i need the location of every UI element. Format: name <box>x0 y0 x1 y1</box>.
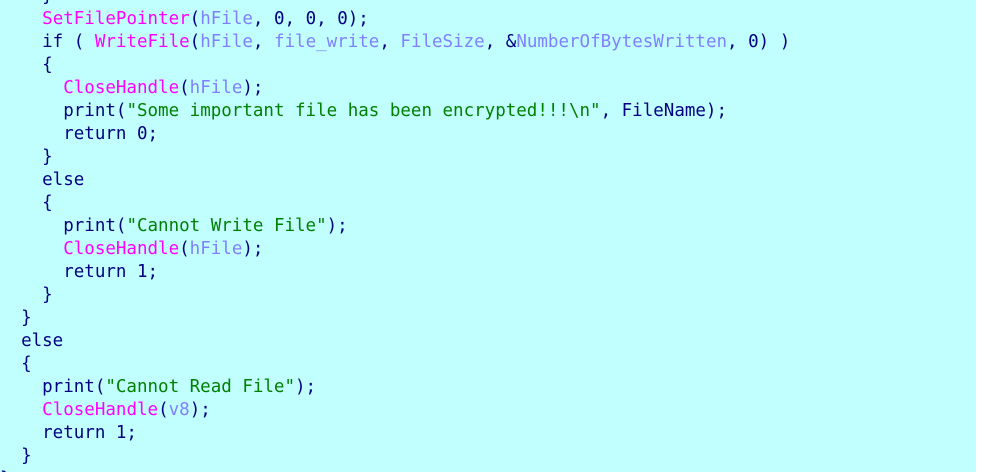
code-text: , & <box>484 32 517 52</box>
code-line[interactable]: } <box>0 146 790 169</box>
variable-name[interactable]: hFile <box>200 32 253 52</box>
variable-name[interactable]: NumberOfBytesWritten <box>516 32 727 52</box>
code-text: return 1; <box>0 262 159 282</box>
code-text: if ( <box>0 32 95 52</box>
code-line[interactable]: return 1; <box>0 261 790 284</box>
code-text: ( <box>179 239 190 259</box>
code-line[interactable]: return 1; <box>0 422 790 445</box>
code-line[interactable]: { <box>0 192 790 215</box>
code-text: } <box>0 308 32 328</box>
function-name[interactable]: SetFilePointer <box>42 9 190 29</box>
code-text: print( <box>0 377 106 397</box>
code-line[interactable]: else <box>0 169 790 192</box>
function-name[interactable]: WriteFile <box>95 32 190 52</box>
code-line[interactable]: } <box>0 468 790 472</box>
code-line[interactable]: if ( WriteFile(hFile, file_write, FileSi… <box>0 31 790 54</box>
code-text: { <box>0 193 53 213</box>
function-name[interactable]: CloseHandle <box>42 400 158 420</box>
code-line[interactable]: CloseHandle(hFile); <box>0 238 790 261</box>
code-text: ); <box>242 78 264 98</box>
code-text: , <box>379 32 401 52</box>
string-literal: "Cannot Write File" <box>126 216 327 236</box>
code-text: return 0; <box>0 124 159 144</box>
code-text: print( <box>0 216 127 236</box>
code-line[interactable]: } <box>0 0 790 8</box>
code-line[interactable]: } <box>0 284 790 307</box>
code-line[interactable]: print("Cannot Read File"); <box>0 376 790 399</box>
code-text: ( <box>189 9 201 29</box>
code-text: ); <box>189 400 211 420</box>
variable-name[interactable]: v8 <box>169 400 190 420</box>
code-text: , <box>252 32 274 52</box>
variable-name[interactable]: hFile <box>200 9 253 29</box>
string-literal: "Cannot Read File" <box>105 377 296 397</box>
variable-name[interactable]: hFile <box>190 239 243 259</box>
variable-name[interactable]: file_write <box>274 32 379 52</box>
code-text: } <box>0 0 53 6</box>
code-text: ( <box>179 78 190 98</box>
variable-name[interactable]: hFile <box>190 78 243 98</box>
code-line[interactable]: } <box>0 445 790 468</box>
code-line[interactable]: else <box>0 330 790 353</box>
code-text: , 0) ) <box>727 32 791 52</box>
code-text: return 1; <box>0 423 137 443</box>
panel-edge <box>976 0 982 472</box>
code-text: , FileName); <box>600 101 727 121</box>
code-text: ( <box>189 32 201 52</box>
code-text: print( <box>0 101 127 121</box>
code-text: else <box>0 170 85 190</box>
code-line[interactable]: print("Some important file has been encr… <box>0 100 790 123</box>
code-text: ); <box>295 377 317 397</box>
code-text: { <box>0 55 53 75</box>
code-text: { <box>0 354 32 374</box>
variable-name[interactable]: FileSize <box>400 32 484 52</box>
code-line[interactable]: print("Cannot Write File"); <box>0 215 790 238</box>
code-text: } <box>0 285 53 305</box>
code-text: else <box>0 331 64 351</box>
pseudocode-listing[interactable]: } SetFilePointer(hFile, 0, 0, 0); if ( W… <box>0 0 790 472</box>
code-text: ); <box>242 239 264 259</box>
code-line[interactable]: CloseHandle(hFile); <box>0 77 790 100</box>
code-line[interactable]: { <box>0 54 790 77</box>
code-line[interactable]: } <box>0 307 790 330</box>
code-line[interactable]: SetFilePointer(hFile, 0, 0, 0); <box>0 8 790 31</box>
function-name[interactable]: CloseHandle <box>63 78 179 98</box>
string-literal: "Some important file has been encrypted!… <box>126 101 601 121</box>
code-text: } <box>0 446 32 466</box>
code-text: , 0, 0, 0); <box>252 9 369 29</box>
function-name[interactable]: CloseHandle <box>63 239 179 259</box>
pseudocode-view[interactable]: } SetFilePointer(hFile, 0, 0, 0); if ( W… <box>0 0 982 472</box>
code-text: ); <box>326 216 348 236</box>
code-text: ( <box>158 400 169 420</box>
code-line[interactable]: CloseHandle(v8); <box>0 399 790 422</box>
code-line[interactable]: { <box>0 353 790 376</box>
code-text: } <box>0 147 53 167</box>
code-line[interactable]: return 0; <box>0 123 790 146</box>
